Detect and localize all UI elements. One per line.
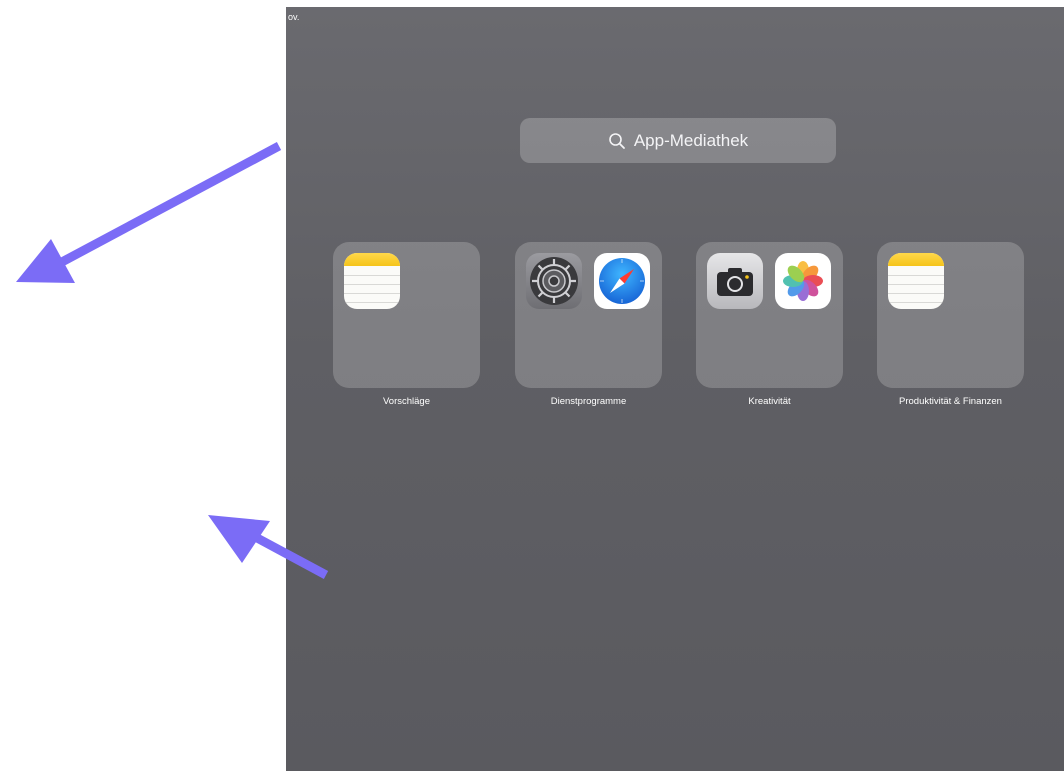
arrow-pointing-left-up-icon (208, 515, 329, 579)
page: ov. App-Mediathek Vorschläge Dienstprogr… (0, 0, 1064, 771)
annotation-arrows (16, 142, 329, 579)
arrow-pointing-left-down-icon (16, 142, 282, 283)
